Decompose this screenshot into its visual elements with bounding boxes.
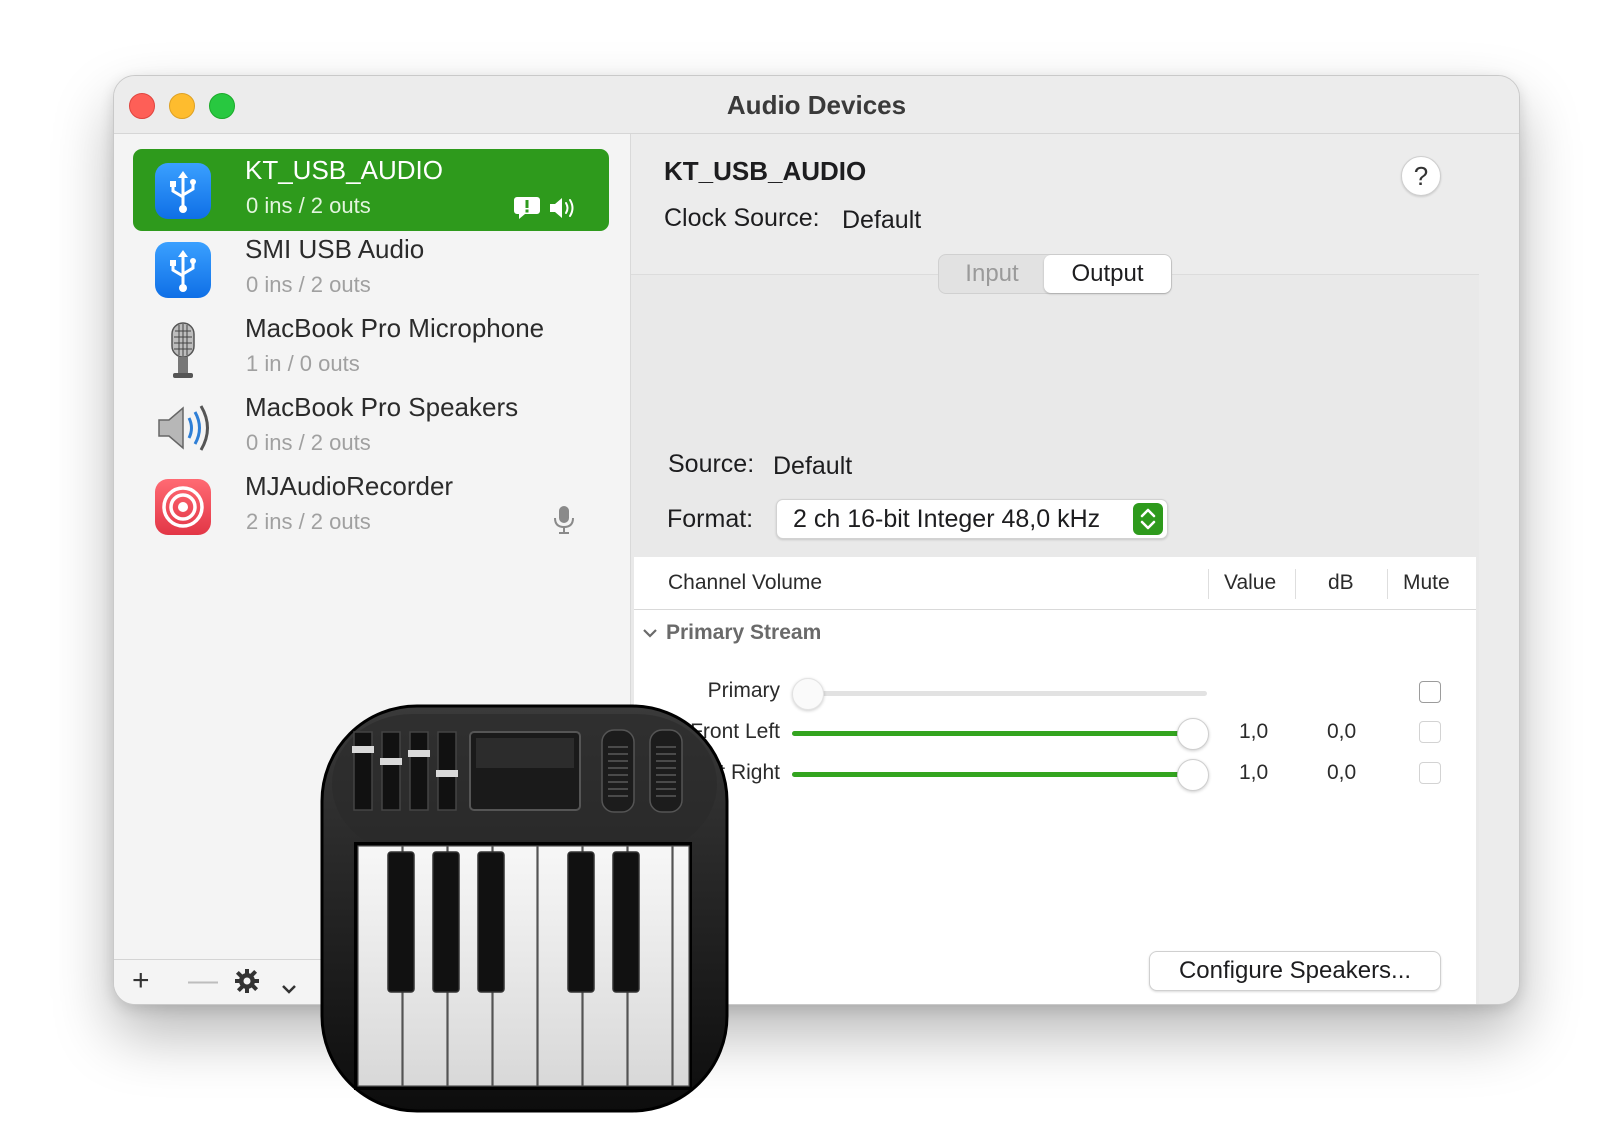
device-io: 2 ins / 2 outs (246, 509, 371, 534)
gear-icon[interactable] (234, 968, 260, 1002)
alert-bubble-icon (513, 195, 541, 226)
device-item-macbook-pro-microphone[interactable]: MacBook Pro Microphone 1 in / 0 outs (133, 307, 609, 389)
speaker-icon (155, 400, 211, 456)
device-io: 0 ins / 2 outs (246, 272, 371, 297)
format-label: Format: (667, 505, 754, 533)
channel-value: 1,0 (1239, 761, 1269, 784)
microphone-input-icon (553, 505, 575, 540)
help-button[interactable]: ? (1401, 156, 1441, 196)
device-io: 0 ins / 2 outs (246, 430, 371, 455)
mute-checkbox-primary[interactable] (1419, 681, 1441, 703)
slider-fill (792, 772, 1207, 777)
mute-checkbox-front-left[interactable] (1419, 721, 1441, 743)
column-divider (1295, 569, 1296, 599)
tab-output[interactable]: Output (1044, 255, 1171, 293)
remove-device-button[interactable]: — (188, 964, 218, 998)
device-item-kt-usb-audio[interactable]: KT_USB_AUDIO 0 ins / 2 outs (133, 149, 609, 231)
slider-knob[interactable] (1177, 759, 1209, 791)
channel-db: 0,0 (1327, 761, 1357, 784)
column-db: dB (1328, 571, 1354, 594)
clock-source-label: Clock Source: (664, 204, 820, 232)
device-name: MacBook Pro Speakers (245, 392, 519, 422)
format-value: 2 ch 16-bit Integer 48,0 kHz (793, 505, 1101, 533)
input-output-segmented-control: Input Output (938, 254, 1172, 294)
source-value[interactable]: Default (773, 452, 852, 481)
device-io: 0 ins / 2 outs (246, 193, 371, 218)
window-title: Audio Devices (726, 90, 907, 120)
channel-label: Primary (707, 679, 780, 702)
device-io: 1 in / 0 outs (246, 351, 360, 376)
speaker-output-icon (547, 195, 577, 226)
volume-slider-front-left[interactable] (792, 718, 1209, 750)
usb-icon (155, 163, 211, 219)
column-value: Value (1224, 571, 1277, 594)
column-divider (1387, 569, 1388, 599)
device-name: KT_USB_AUDIO (245, 155, 443, 185)
device-item-smi-usb-audio[interactable]: SMI USB Audio 0 ins / 2 outs (133, 228, 609, 310)
device-item-macbook-pro-speakers[interactable]: MacBook Pro Speakers 0 ins / 2 outs (133, 386, 609, 468)
format-popup[interactable]: 2 ch 16-bit Integer 48,0 kHz (776, 499, 1168, 539)
configure-speakers-button[interactable]: Configure Speakers... (1149, 951, 1441, 991)
channel-volume-table: Channel Volume Value dB Mute Primary Str… (634, 557, 1476, 1004)
channel-value: 1,0 (1239, 720, 1269, 743)
table-header: Channel Volume Value dB Mute (634, 557, 1476, 610)
tab-input[interactable]: Input (939, 255, 1045, 293)
mute-checkbox-front-right[interactable] (1419, 762, 1441, 784)
device-detail-pane: KT_USB_AUDIO ? Clock Source: Default Inp… (631, 134, 1519, 1004)
audio-midi-setup-app-icon (318, 702, 733, 1117)
stepper-chevron-icon (1133, 503, 1163, 535)
column-mute: Mute (1403, 571, 1450, 594)
device-title: KT_USB_AUDIO (664, 156, 867, 186)
device-name: MJAudioRecorder (245, 471, 454, 501)
title-bar: Audio Devices (114, 76, 1519, 134)
device-name: SMI USB Audio (245, 234, 425, 264)
slider-fill (792, 731, 1207, 736)
device-item-mjaudiorecorder[interactable]: MJAudioRecorder 2 ins / 2 outs (133, 465, 609, 547)
source-label: Source: (668, 450, 755, 478)
group-label: Primary Stream (666, 621, 822, 644)
primary-stream-group[interactable]: Primary Stream (642, 621, 821, 645)
column-channel-volume: Channel Volume (668, 571, 823, 594)
output-panel: Source: Default Format: 2 ch 16-bit Inte… (631, 274, 1479, 1004)
add-device-button[interactable]: + (132, 964, 150, 998)
chevron-down-icon (643, 629, 657, 639)
chevron-down-icon[interactable] (280, 970, 298, 1004)
slider-knob[interactable] (792, 678, 824, 710)
column-divider (1208, 569, 1209, 599)
slider-knob[interactable] (1177, 718, 1209, 750)
clock-source-value[interactable]: Default (842, 206, 921, 235)
channel-db: 0,0 (1327, 720, 1357, 743)
microphone-icon (155, 321, 211, 378)
usb-icon (155, 242, 211, 298)
device-name: MacBook Pro Microphone (245, 313, 545, 343)
volume-slider-primary[interactable] (792, 678, 1207, 710)
recorder-icon (155, 479, 211, 535)
volume-slider-front-right[interactable] (792, 759, 1209, 791)
